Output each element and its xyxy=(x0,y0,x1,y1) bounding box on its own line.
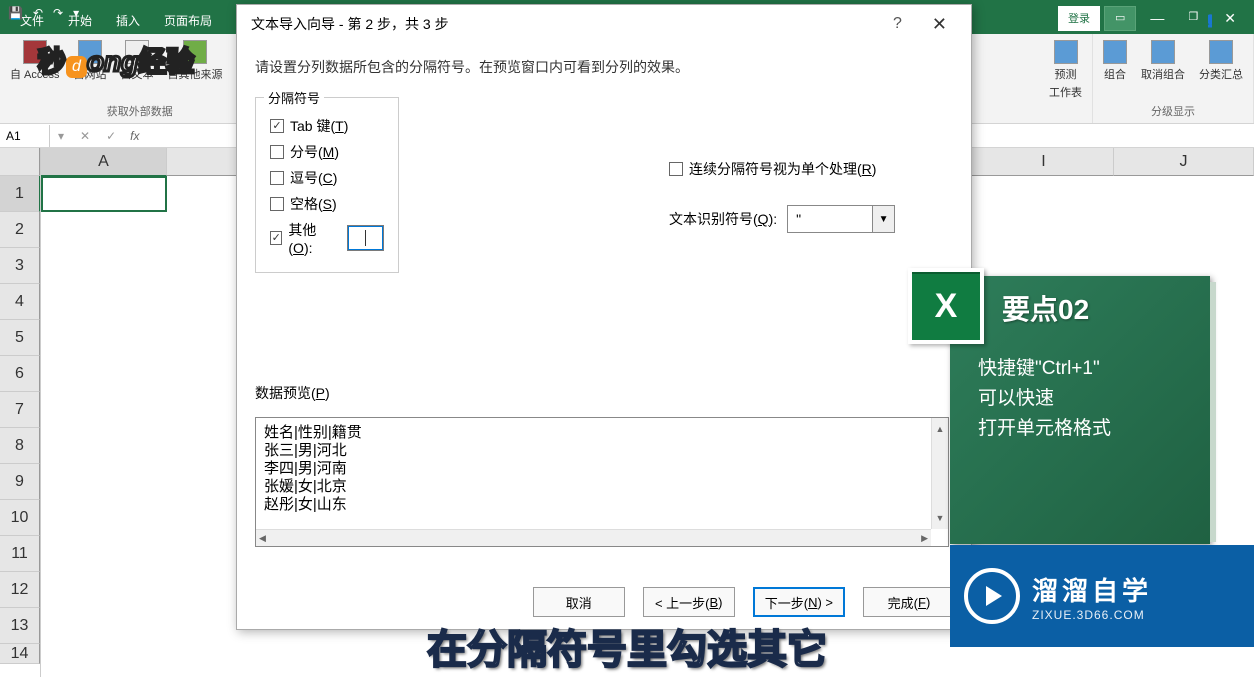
space-label: 空格(S) xyxy=(290,194,337,214)
subtotal-button[interactable]: 分类汇总 xyxy=(1193,36,1249,103)
row-header-13[interactable]: 13 xyxy=(0,608,40,644)
login-button[interactable]: 登录 xyxy=(1058,6,1100,31)
watermark-logo: 秒dong经验 xyxy=(38,40,194,80)
row-header-12[interactable]: 12 xyxy=(0,572,40,608)
row-header-14[interactable]: 14 xyxy=(0,644,40,664)
row-header-5[interactable]: 5 xyxy=(0,320,40,356)
minimize-button[interactable]: — xyxy=(1140,6,1174,31)
maximize-button[interactable]: ❐ xyxy=(1178,6,1208,31)
redo-icon[interactable]: ↷ xyxy=(51,4,65,22)
preview-label: 数据预览(P) xyxy=(255,383,953,403)
enter-formula-icon[interactable]: ✓ xyxy=(98,129,124,143)
group-label-outline: 分级显示 xyxy=(1151,103,1195,121)
dialog-title: 文本导入向导 - 第 2 步，共 3 步 xyxy=(251,14,449,34)
other-label: 其他(O): xyxy=(288,220,333,256)
consecutive-label: 连续分隔符号视为单个处理(R) xyxy=(689,159,876,179)
row-header-1[interactable]: 1 xyxy=(0,176,40,212)
other-checkbox[interactable] xyxy=(270,231,282,245)
next-button[interactable]: 下一步(N) > xyxy=(753,587,845,617)
tab-layout[interactable]: 页面布局 xyxy=(152,7,224,34)
qat-more-icon[interactable]: ▾ xyxy=(71,4,81,22)
close-dialog-button[interactable]: ✕ xyxy=(922,10,957,39)
delimiters-fieldset: 分隔符号 Tab 键(T) 分号(M) 逗号(C) 空格(S) 其他(O): xyxy=(255,97,399,273)
help-button[interactable]: ? xyxy=(893,15,902,33)
cancel-formula-icon[interactable]: ✕ xyxy=(72,129,98,143)
forecast-icon xyxy=(1054,40,1078,64)
undo-icon[interactable]: ↶ xyxy=(31,4,45,22)
space-checkbox[interactable] xyxy=(270,197,284,211)
row-header-11[interactable]: 11 xyxy=(0,536,40,572)
other-delimiter-input[interactable] xyxy=(347,225,384,251)
name-box[interactable]: A1 xyxy=(0,125,50,147)
group-icon xyxy=(1103,40,1127,64)
row-header-8[interactable]: 8 xyxy=(0,428,40,464)
preview-line: 张媛|女|北京 xyxy=(264,478,940,496)
back-button[interactable]: < 上一步(B) xyxy=(643,587,735,617)
data-preview: 姓名|性别|籍贯 张三|男|河北 李四|男|河南 张媛|女|北京 赵彤|女|山东… xyxy=(255,417,949,547)
col-header-A[interactable]: A xyxy=(41,148,167,176)
tab-insert[interactable]: 插入 xyxy=(104,7,152,34)
dialog-titlebar[interactable]: 文本导入向导 - 第 2 步，共 3 步 ? ✕ xyxy=(237,5,971,43)
ribbon-display-icon[interactable]: ▭ xyxy=(1104,6,1136,31)
window-controls: 登录 ▭ — ❐ ✕ xyxy=(1058,6,1248,31)
group-button[interactable]: 组合 xyxy=(1097,36,1133,103)
row-header-4[interactable]: 4 xyxy=(0,284,40,320)
combo-dropdown-icon[interactable]: ▼ xyxy=(872,206,894,232)
dialog-buttons: 取消 < 上一步(B) 下一步(N) > 完成(F) xyxy=(533,587,955,617)
active-cell-A1[interactable] xyxy=(41,176,167,212)
row-header-7[interactable]: 7 xyxy=(0,392,40,428)
semicolon-checkbox[interactable] xyxy=(270,145,284,159)
tip-body: 快捷键"Ctrl+1" 可以快速 打开单元格格式 xyxy=(950,328,1210,444)
qualifier-label: 文本识别符号(Q): xyxy=(669,209,777,229)
ribbon-group-forecast: 预测工作表 xyxy=(1039,34,1093,123)
tab-label: Tab 键(T) xyxy=(290,116,348,136)
col-header-J[interactable]: J xyxy=(1114,148,1254,176)
play-icon xyxy=(964,568,1020,624)
preview-line: 赵彤|女|山东 xyxy=(264,496,940,514)
forecast-sheet-button[interactable]: 预测工作表 xyxy=(1043,36,1088,107)
text-import-wizard-dialog: 文本导入向导 - 第 2 步，共 3 步 ? ✕ 请设置分列数据所包含的分隔符号… xyxy=(236,4,972,630)
group-label-external: 获取外部数据 xyxy=(107,103,173,121)
video-subtitle: 在分隔符号里勾选其它 xyxy=(427,617,827,675)
preview-line: 李四|男|河南 xyxy=(264,460,940,478)
ribbon-group-outline: 组合 取消组合 分类汇总 分级显示 xyxy=(1093,34,1254,123)
row-header-6[interactable]: 6 xyxy=(0,356,40,392)
row-header-9[interactable]: 9 xyxy=(0,464,40,500)
close-window-button[interactable]: ✕ xyxy=(1212,6,1248,31)
cancel-button[interactable]: 取消 xyxy=(533,587,625,617)
excel-badge-icon: X xyxy=(908,268,984,344)
col-header-I[interactable]: I xyxy=(974,148,1114,176)
finish-button[interactable]: 完成(F) xyxy=(863,587,955,617)
preview-line: 张三|男|河北 xyxy=(264,442,940,460)
row-headers: 1 2 3 4 5 6 7 8 9 10 11 12 13 14 xyxy=(0,148,41,677)
preview-scrollbar-horizontal[interactable]: ◀▶ xyxy=(256,529,931,546)
row-header-10[interactable]: 10 xyxy=(0,500,40,536)
brand-name: 溜溜自学 xyxy=(1032,571,1152,608)
preview-line: 姓名|性别|籍贯 xyxy=(264,424,940,442)
row-header-3[interactable]: 3 xyxy=(0,248,40,284)
save-icon[interactable]: 💾 xyxy=(6,4,25,22)
tip-card: X 要点02 快捷键"Ctrl+1" 可以快速 打开单元格格式 xyxy=(950,276,1210,544)
preview-scrollbar-vertical[interactable]: ▲▼ xyxy=(931,418,948,529)
ungroup-button[interactable]: 取消组合 xyxy=(1135,36,1191,103)
brand-url: ZIXUE.3D66.COM xyxy=(1032,608,1152,622)
row-header-2[interactable]: 2 xyxy=(0,212,40,248)
tip-title: 要点02 xyxy=(950,276,1210,328)
text-qualifier-combo[interactable]: " ▼ xyxy=(787,205,895,233)
select-all-corner[interactable] xyxy=(0,148,40,176)
semicolon-label: 分号(M) xyxy=(290,142,339,162)
dialog-instruction: 请设置分列数据所包含的分隔符号。在预览窗口内可看到分列的效果。 xyxy=(255,57,953,77)
comma-checkbox[interactable] xyxy=(270,171,284,185)
subtotal-icon xyxy=(1209,40,1233,64)
comma-label: 逗号(C) xyxy=(290,168,337,188)
bottom-brand-overlay: 溜溜自学 ZIXUE.3D66.COM xyxy=(950,545,1254,647)
fx-icon[interactable]: fx xyxy=(124,129,145,143)
quick-access-toolbar: 💾 ↶ ↷ ▾ xyxy=(6,4,81,22)
delimiters-legend: 分隔符号 xyxy=(264,88,324,107)
consecutive-checkbox[interactable] xyxy=(669,162,683,176)
ungroup-icon xyxy=(1151,40,1175,64)
tab-checkbox[interactable] xyxy=(270,119,284,133)
namebox-dropdown-icon[interactable]: ▾ xyxy=(50,129,72,143)
